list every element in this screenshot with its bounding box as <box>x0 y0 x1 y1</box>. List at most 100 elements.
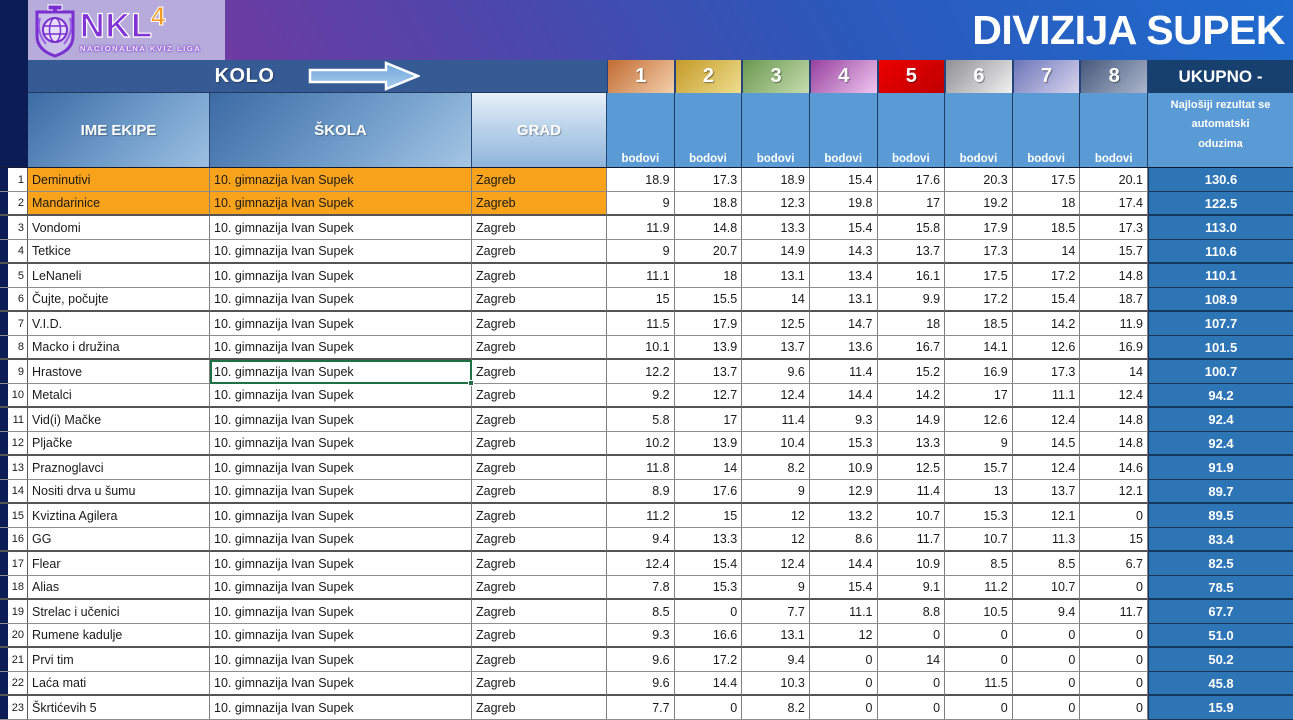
score-cell-round-6[interactable]: 0 <box>945 696 1013 720</box>
score-cell-round-5[interactable]: 9.9 <box>878 288 946 312</box>
score-cell-round-1[interactable]: 12.2 <box>607 360 675 384</box>
score-cell-round-4[interactable]: 13.6 <box>810 336 878 360</box>
score-cell-round-8[interactable]: 20.1 <box>1080 168 1148 192</box>
score-cell-round-8[interactable]: 14.8 <box>1080 264 1148 288</box>
score-cell-round-6[interactable]: 11.5 <box>945 672 1013 696</box>
team-name-cell[interactable]: LeNaneli <box>28 264 210 288</box>
score-cell-round-4[interactable]: 14.4 <box>810 552 878 576</box>
score-cell-round-5[interactable]: 16.1 <box>878 264 946 288</box>
score-cell-round-8[interactable]: 0 <box>1080 672 1148 696</box>
city-cell[interactable]: Zagreb <box>472 360 607 384</box>
row-number-cell[interactable]: 5 <box>0 264 28 288</box>
score-cell-round-8[interactable]: 0 <box>1080 648 1148 672</box>
score-cell-round-5[interactable]: 10.7 <box>878 504 946 528</box>
school-cell[interactable]: 10. gimnazija Ivan Supek <box>210 504 472 528</box>
kolo-header-cell[interactable]: KOLO <box>28 60 607 93</box>
score-cell-round-3[interactable]: 13.3 <box>742 216 810 240</box>
score-cell-round-7[interactable]: 12.6 <box>1013 336 1081 360</box>
score-cell-round-7[interactable]: 17.5 <box>1013 168 1081 192</box>
score-cell-round-5[interactable]: 18 <box>878 312 946 336</box>
score-cell-round-8[interactable]: 0 <box>1080 696 1148 720</box>
score-cell-round-5[interactable]: 11.7 <box>878 528 946 552</box>
score-cell-round-1[interactable]: 9 <box>607 192 675 216</box>
row-number-cell[interactable]: 4 <box>0 240 28 264</box>
score-cell-round-5[interactable]: 17 <box>878 192 946 216</box>
team-name-cell[interactable]: Prvi tim <box>28 648 210 672</box>
score-cell-round-6[interactable]: 17 <box>945 384 1013 408</box>
city-cell[interactable]: Zagreb <box>472 408 607 432</box>
score-cell-round-2[interactable]: 0 <box>675 696 743 720</box>
score-cell-round-6[interactable]: 14.1 <box>945 336 1013 360</box>
score-cell-round-7[interactable]: 18.5 <box>1013 216 1081 240</box>
score-cell-round-1[interactable]: 9.6 <box>607 648 675 672</box>
score-cell-round-1[interactable]: 9.6 <box>607 672 675 696</box>
city-cell[interactable]: Zagreb <box>472 384 607 408</box>
score-cell-round-3[interactable]: 12 <box>742 504 810 528</box>
score-cell-round-7[interactable]: 11.1 <box>1013 384 1081 408</box>
score-cell-round-8[interactable]: 12.4 <box>1080 384 1148 408</box>
score-cell-round-6[interactable]: 15.7 <box>945 456 1013 480</box>
row-number-cell[interactable]: 14 <box>0 480 28 504</box>
score-cell-round-3[interactable]: 13.7 <box>742 336 810 360</box>
school-cell[interactable]: 10. gimnazija Ivan Supek <box>210 336 472 360</box>
score-cell-round-7[interactable]: 17.3 <box>1013 360 1081 384</box>
score-cell-round-3[interactable]: 14 <box>742 288 810 312</box>
points-subheader-6[interactable]: bodovi <box>945 93 1013 167</box>
score-cell-round-8[interactable]: 0 <box>1080 624 1148 648</box>
team-name-cell[interactable]: Laća mati <box>28 672 210 696</box>
total-cell[interactable]: 83.4 <box>1148 528 1293 552</box>
score-cell-round-3[interactable]: 10.4 <box>742 432 810 456</box>
row-number-cell[interactable]: 9 <box>0 360 28 384</box>
row-number-cell[interactable]: 19 <box>0 600 28 624</box>
school-cell[interactable]: 10. gimnazija Ivan Supek <box>210 384 472 408</box>
score-cell-round-3[interactable]: 8.2 <box>742 456 810 480</box>
score-cell-round-2[interactable]: 15.5 <box>675 288 743 312</box>
points-subheader-5[interactable]: bodovi <box>878 93 946 167</box>
score-cell-round-4[interactable]: 12.9 <box>810 480 878 504</box>
score-cell-round-6[interactable]: 17.3 <box>945 240 1013 264</box>
score-cell-round-7[interactable]: 12.4 <box>1013 456 1081 480</box>
city-cell[interactable]: Zagreb <box>472 528 607 552</box>
total-cell[interactable]: 45.8 <box>1148 672 1293 696</box>
school-cell[interactable]: 10. gimnazija Ivan Supek <box>210 480 472 504</box>
score-cell-round-3[interactable]: 9 <box>742 576 810 600</box>
team-name-cell[interactable]: GG <box>28 528 210 552</box>
score-cell-round-2[interactable]: 20.7 <box>675 240 743 264</box>
score-cell-round-1[interactable]: 11.8 <box>607 456 675 480</box>
score-cell-round-7[interactable]: 10.7 <box>1013 576 1081 600</box>
city-cell[interactable]: Zagreb <box>472 168 607 192</box>
total-cell[interactable]: 130.6 <box>1148 168 1293 192</box>
row-number-cell[interactable]: 6 <box>0 288 28 312</box>
school-column-header[interactable]: ŠKOLA <box>210 93 472 167</box>
row-number-cell[interactable]: 18 <box>0 576 28 600</box>
total-cell[interactable]: 100.7 <box>1148 360 1293 384</box>
total-cell[interactable]: 94.2 <box>1148 384 1293 408</box>
team-name-cell[interactable]: Rumene kadulje <box>28 624 210 648</box>
points-subheader-2[interactable]: bodovi <box>675 93 743 167</box>
score-cell-round-5[interactable]: 15.2 <box>878 360 946 384</box>
score-cell-round-5[interactable]: 15.8 <box>878 216 946 240</box>
score-cell-round-1[interactable]: 12.4 <box>607 552 675 576</box>
school-cell[interactable]: 10. gimnazija Ivan Supek <box>210 168 472 192</box>
score-cell-round-3[interactable]: 11.4 <box>742 408 810 432</box>
score-cell-round-1[interactable]: 9.3 <box>607 624 675 648</box>
total-cell[interactable]: 107.7 <box>1148 312 1293 336</box>
score-cell-round-4[interactable]: 0 <box>810 696 878 720</box>
team-name-cell[interactable]: V.I.D. <box>28 312 210 336</box>
school-cell[interactable]: 10. gimnazija Ivan Supek <box>210 408 472 432</box>
score-cell-round-2[interactable]: 18 <box>675 264 743 288</box>
total-cell[interactable]: 92.4 <box>1148 408 1293 432</box>
score-cell-round-4[interactable]: 13.2 <box>810 504 878 528</box>
round-header-2[interactable]: 2 <box>675 60 743 93</box>
score-cell-round-8[interactable]: 14.8 <box>1080 432 1148 456</box>
score-cell-round-3[interactable]: 18.9 <box>742 168 810 192</box>
score-cell-round-3[interactable]: 12.3 <box>742 192 810 216</box>
round-header-4[interactable]: 4 <box>810 60 878 93</box>
city-cell[interactable]: Zagreb <box>472 552 607 576</box>
city-cell[interactable]: Zagreb <box>472 696 607 720</box>
city-cell[interactable]: Zagreb <box>472 648 607 672</box>
score-cell-round-3[interactable]: 10.3 <box>742 672 810 696</box>
score-cell-round-6[interactable]: 17.2 <box>945 288 1013 312</box>
score-cell-round-7[interactable]: 0 <box>1013 696 1081 720</box>
city-cell[interactable]: Zagreb <box>472 504 607 528</box>
